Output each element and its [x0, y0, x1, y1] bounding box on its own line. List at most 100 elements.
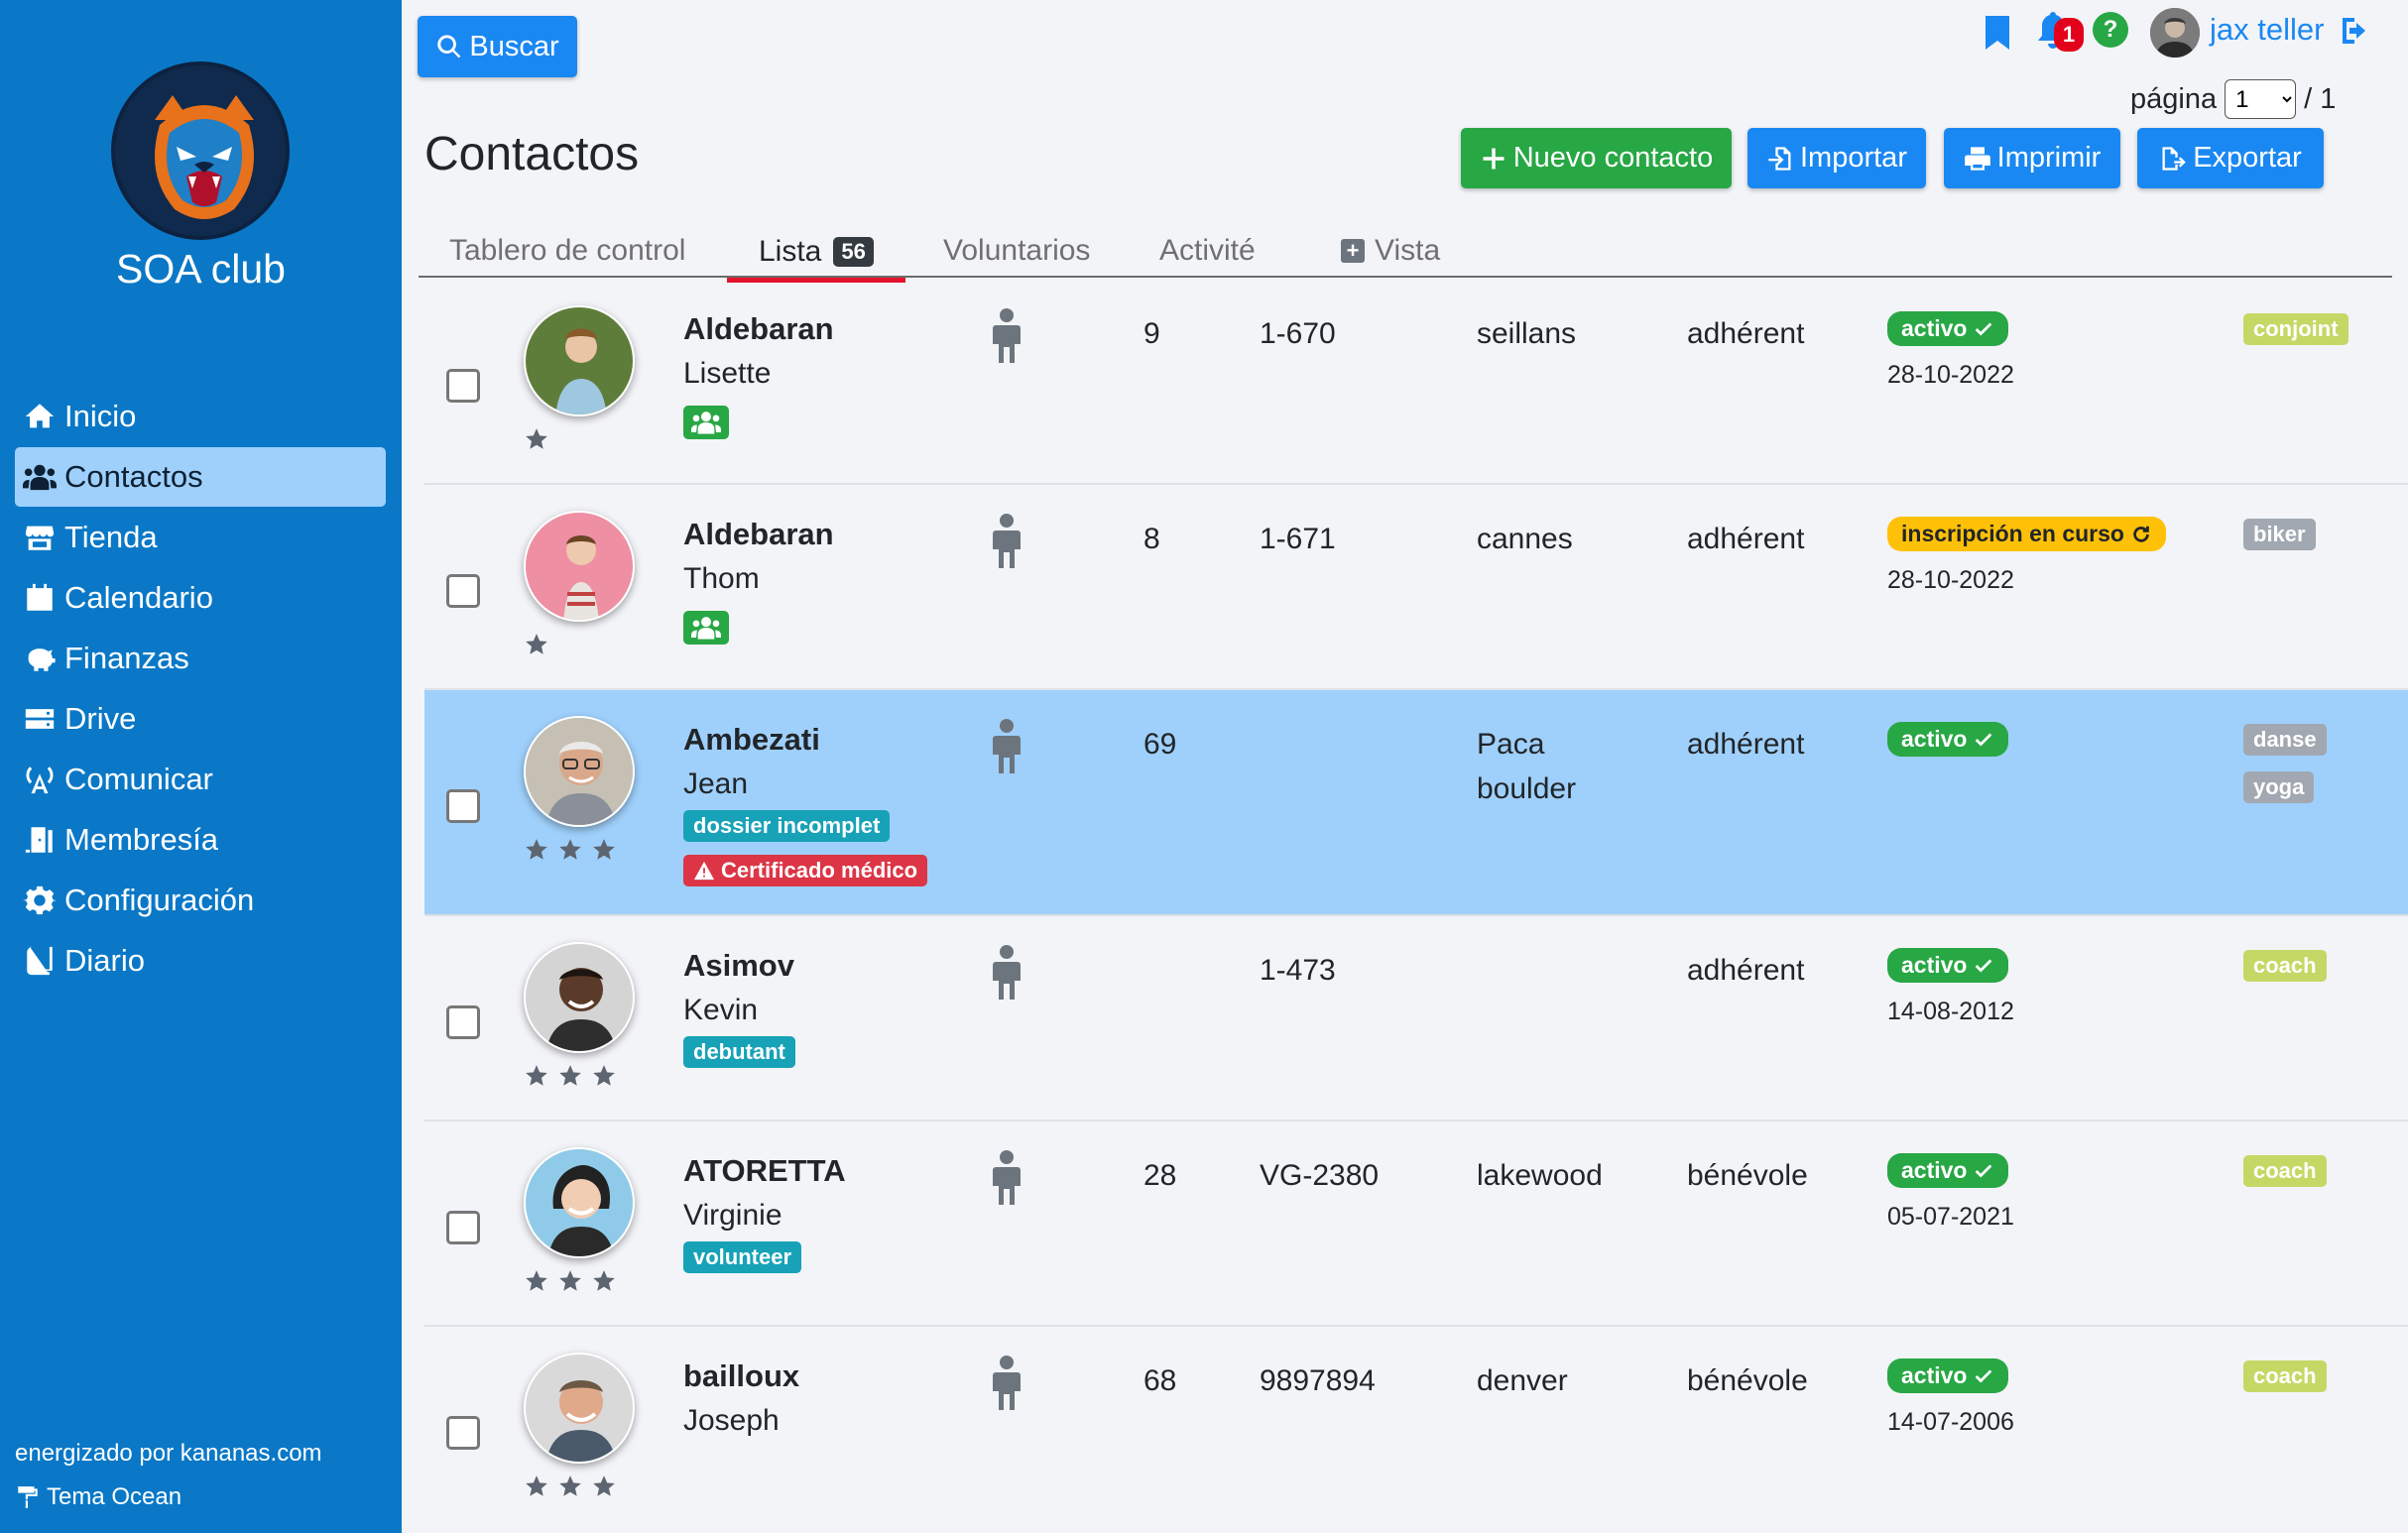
star-icon	[591, 1268, 617, 1294]
status-label: activo	[1901, 952, 1968, 978]
page-total: / 1	[2304, 82, 2337, 115]
person-icon	[990, 944, 1023, 1002]
contact-age: 69	[1144, 728, 1177, 761]
page-select[interactable]: 1	[2225, 79, 2297, 119]
contact-count-badge: 56	[833, 237, 874, 267]
tab-activity[interactable]: Activité	[1159, 226, 1256, 276]
contact-photo[interactable]	[524, 511, 635, 622]
search-button[interactable]: Buscar	[418, 16, 577, 77]
theme-switcher[interactable]: Tema Ocean	[15, 1483, 181, 1511]
table-row[interactable]: Aldebaran Lisette 9 1-670 seillans adhér…	[424, 280, 2408, 485]
star-icon	[557, 1268, 583, 1294]
sidebar-item-membresia[interactable]: Membresía	[15, 810, 386, 870]
sidebar-item-label: Inicio	[64, 399, 137, 433]
sidebar-item-inicio[interactable]: Inicio	[15, 387, 386, 446]
row-checkbox[interactable]	[446, 1416, 480, 1450]
contact-photo[interactable]	[524, 1147, 635, 1258]
print-button[interactable]: Imprimir	[1944, 128, 2120, 188]
contact-city: Paca	[1477, 728, 1545, 761]
tab-list[interactable]: Lista 56	[727, 226, 905, 283]
contact-last-name[interactable]: Asimov	[683, 948, 794, 984]
tab-view[interactable]: + Vista	[1341, 226, 1440, 276]
check-icon	[1976, 1369, 1992, 1383]
warning-icon	[693, 861, 715, 881]
contact-first-name: Virginie	[683, 1199, 783, 1232]
search-icon	[437, 35, 461, 59]
sidebar-item-configuracion[interactable]: Configuración	[15, 871, 386, 930]
label-badge: yoga	[2243, 771, 2315, 803]
star-icon	[557, 837, 583, 863]
tab-label: Vista	[1375, 234, 1441, 267]
contact-last-name[interactable]: ATORETTA	[683, 1153, 846, 1189]
sidebar-item-calendario[interactable]: Calendario	[15, 568, 386, 628]
rating-stars	[524, 632, 557, 657]
table-row[interactable]: Ambezati Jean dossier incomplet Certific…	[424, 690, 2408, 916]
pagination: página 1 / 1	[2130, 79, 2336, 119]
status-date: 14-07-2006	[1887, 1408, 2014, 1436]
file-import-icon	[1768, 146, 1791, 171]
paint-roller-icon	[18, 1486, 38, 1508]
tab-dashboard[interactable]: Tablero de control	[449, 226, 685, 276]
row-checkbox[interactable]	[446, 574, 480, 608]
rating-stars	[524, 1268, 625, 1294]
table-row[interactable]: Aldebaran Thom 8 1-671 cannes adhérent i…	[424, 485, 2408, 690]
medical-certificate-badge: Certificado médico	[683, 855, 928, 886]
row-checkbox[interactable]	[446, 369, 480, 403]
person-icon	[990, 1149, 1023, 1207]
user-avatar[interactable]	[2150, 8, 2200, 58]
contact-city: cannes	[1477, 523, 1573, 555]
tab-label: Tablero de control	[449, 234, 686, 267]
sidebar-item-tienda[interactable]: Tienda	[15, 508, 386, 567]
door-icon	[25, 827, 53, 853]
table-row[interactable]: bailloux Joseph 68 9897894 denver bénévo…	[424, 1327, 2408, 1532]
family-group-icon[interactable]	[683, 406, 729, 439]
contact-photo[interactable]	[524, 305, 635, 416]
star-icon	[591, 837, 617, 863]
sidebar-item-finanzas[interactable]: Finanzas	[15, 629, 386, 688]
sidebar-item-label: Calendario	[64, 580, 213, 615]
contact-last-name[interactable]: bailloux	[683, 1358, 799, 1394]
table-row[interactable]: ATORETTA Virginie volunteer 28 VG-2380 l…	[424, 1121, 2408, 1327]
club-logo[interactable]	[111, 61, 290, 240]
contact-last-name[interactable]: Ambezati	[683, 722, 820, 758]
contact-photo[interactable]	[524, 716, 635, 827]
contact-age: 28	[1144, 1159, 1177, 1192]
sidebar-item-contactos[interactable]: Contactos	[15, 447, 386, 507]
tab-label: Lista	[759, 235, 822, 268]
user-name-link[interactable]: jax teller	[2210, 12, 2324, 48]
person-icon	[990, 718, 1023, 775]
row-checkbox[interactable]	[446, 1211, 480, 1244]
status-badge: activo	[1887, 722, 2009, 757]
star-icon	[524, 1474, 549, 1499]
logout-icon[interactable]	[2339, 14, 2372, 48]
tab-label: Voluntarios	[943, 234, 1091, 267]
contact-photo[interactable]	[524, 942, 635, 1053]
export-button[interactable]: Exportar	[2137, 128, 2324, 188]
sidebar-item-comunicar[interactable]: Comunicar	[15, 750, 386, 809]
help-icon[interactable]: ?	[2093, 12, 2128, 48]
bookmark-icon[interactable]	[1983, 14, 2012, 52]
sidebar-item-diario[interactable]: Diario	[15, 931, 386, 991]
row-checkbox[interactable]	[446, 789, 480, 823]
book-icon	[27, 946, 53, 976]
contact-last-name[interactable]: Aldebaran	[683, 517, 834, 552]
powered-by-link[interactable]: energizado por kananas.com	[15, 1440, 322, 1468]
status-label: activo	[1901, 315, 1968, 341]
status-badge: activo	[1887, 1358, 2009, 1393]
sidebar-item-drive[interactable]: Drive	[15, 689, 386, 749]
contact-photo[interactable]	[524, 1353, 635, 1464]
sidebar-item-label: Configuración	[64, 883, 255, 917]
status-badge: activo	[1887, 311, 2009, 346]
contact-last-name[interactable]: Aldebaran	[683, 311, 834, 347]
import-button[interactable]: Importar	[1747, 128, 1926, 188]
table-row[interactable]: Asimov Kevin debutant 1-473 adhérent act…	[424, 916, 2408, 1121]
label-badge: coach	[2243, 950, 2327, 982]
tab-volunteers[interactable]: Voluntarios	[943, 226, 1090, 276]
tag-badge: dossier incomplet	[683, 810, 891, 842]
new-contact-button[interactable]: Nuevo contacto	[1461, 128, 1732, 188]
tag-badge: debutant	[683, 1036, 795, 1068]
contact-first-name: Lisette	[683, 357, 772, 390]
family-group-icon[interactable]	[683, 611, 729, 645]
row-checkbox[interactable]	[446, 1005, 480, 1039]
check-icon	[1976, 733, 1992, 747]
